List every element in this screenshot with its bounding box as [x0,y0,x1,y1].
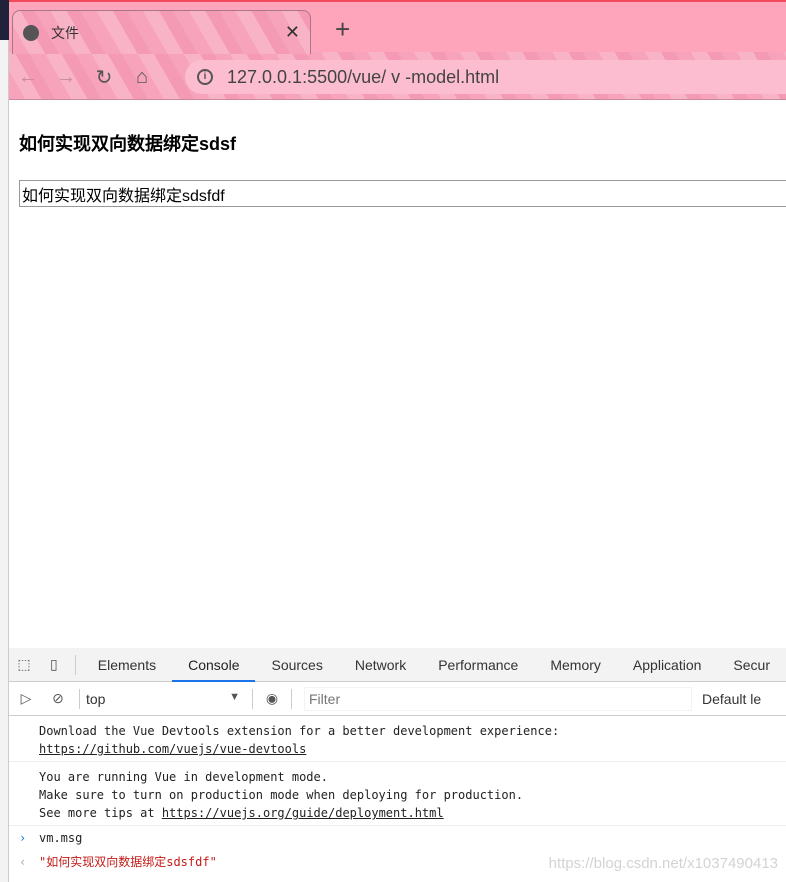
message-text: You are running Vue in development mode. [39,770,328,784]
tab-console[interactable]: Console [172,648,256,682]
reload-icon[interactable]: ↻ [85,65,123,90]
divider [252,688,253,709]
close-tab-icon[interactable]: ✕ [285,22,300,43]
forward-icon[interactable]: → [47,66,85,89]
context-select[interactable]: top ▼ [86,691,246,707]
top-accent [9,0,786,2]
eye-icon[interactable]: ◉ [259,690,285,707]
tab-sources[interactable]: Sources [255,648,338,682]
clear-console-icon[interactable]: ⊘ [43,690,73,707]
tab-performance[interactable]: Performance [422,648,534,682]
browser-tab[interactable]: 文件 ✕ [12,10,311,54]
input-text: vm.msg [39,831,83,845]
info-icon[interactable]: i [197,69,213,85]
address-bar[interactable]: i 127.0.0.1:5500/vue/ v -model.html [185,60,786,94]
new-tab-button[interactable]: + [335,16,350,42]
console-input-line: › vm.msg [9,826,786,850]
devtools-link[interactable]: https://github.com/vuejs/vue-devtools [39,742,306,756]
levels-dropdown[interactable]: Default le [702,691,761,707]
msg-input[interactable] [19,180,786,207]
message-text: See more tips at [39,806,162,820]
back-icon[interactable]: ← [9,66,47,89]
return-icon: ‹ [19,855,27,869]
desktop-edge [0,0,9,40]
device-toolbar-icon[interactable]: ▯ [39,656,69,673]
message-text: Download the Vue Devtools extension for … [39,724,560,738]
sidebar-toggle-icon[interactable]: ▷ [9,690,43,707]
globe-icon [23,24,39,41]
tab-application[interactable]: Application [617,648,718,682]
result-text: "如何实现双向数据绑定sdsfdf" [39,855,217,869]
dropdown-arrow-icon: ▼ [229,690,240,703]
divider [291,688,292,709]
tab-elements[interactable]: Elements [82,648,172,682]
page-content: 如何实现双向数据绑定sdsf [9,100,786,648]
prompt-icon: › [19,831,27,845]
page-heading: 如何实现双向数据绑定sdsf [19,134,237,154]
tab-memory[interactable]: Memory [534,648,617,682]
divider [74,654,76,675]
inspect-icon[interactable]: ⬚ [9,656,39,673]
url-text: 127.0.0.1:5500/vue/ v -model.html [227,66,500,87]
deployment-link[interactable]: https://vuejs.org/guide/deployment.html [162,806,444,820]
console-messages: Download the Vue Devtools extension for … [9,716,786,874]
console-message: You are running Vue in development mode.… [9,762,786,826]
devtools: ⬚ ▯ Elements Console Sources Network Per… [9,648,786,882]
window-edge [0,0,9,882]
home-icon[interactable]: ⌂ [123,66,161,89]
tab-title: 文件 [51,24,79,41]
console-message: Download the Vue Devtools extension for … [9,716,786,762]
devtools-tabs: ⬚ ▯ Elements Console Sources Network Per… [9,648,786,682]
context-value: top [86,690,106,707]
watermark: https://blog.csdn.net/x1037490413 [548,855,778,872]
message-text: Make sure to turn on production mode whe… [39,788,524,802]
divider [79,688,80,709]
filter-input[interactable] [304,686,692,711]
console-toolbar: ▷ ⊘ top ▼ ◉ Default le [9,682,786,716]
tab-security[interactable]: Secur [717,648,786,682]
tab-network[interactable]: Network [339,648,422,682]
